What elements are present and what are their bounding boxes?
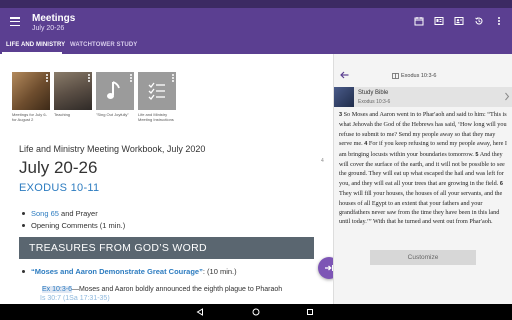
pane-header: Exodus 10:3-6 bbox=[334, 54, 512, 90]
thumbnail-strip: Meetings for July 6-for August 2 Teachin… bbox=[12, 72, 176, 122]
back-arrow-icon[interactable] bbox=[340, 71, 349, 79]
history-icon[interactable] bbox=[474, 16, 484, 26]
verse-number: 5 bbox=[475, 151, 479, 158]
verse-number: 6 bbox=[499, 180, 503, 187]
thumbnail-caption: "Sing Out Joyfully" bbox=[96, 112, 129, 117]
part-title-link[interactable]: “Moses and Aaron Demonstrate Great Coura… bbox=[31, 267, 203, 276]
verse-number: 4 bbox=[364, 141, 368, 148]
tab-bar: LIFE AND MINISTRY WATCHTOWER STUDY bbox=[0, 38, 512, 54]
study-bible-cover bbox=[334, 87, 354, 107]
checklist-icon bbox=[138, 72, 176, 110]
verse-number: 3 bbox=[339, 112, 343, 118]
bible-book-heading[interactable]: EXODUS 10-11 bbox=[19, 182, 99, 194]
date-heading: July 20-26 bbox=[19, 158, 98, 177]
music-note-icon bbox=[96, 72, 134, 110]
opening-comments: Opening Comments (1 min.) bbox=[31, 221, 126, 230]
more-icon[interactable] bbox=[88, 74, 90, 82]
list-item: Opening Comments (1 min.) bbox=[22, 221, 125, 230]
pane-reference: Exodus 10:3-6 bbox=[401, 73, 437, 79]
article-content[interactable]: Meetings for July 6-for August 2 Teachin… bbox=[0, 54, 333, 304]
thumbnail-caption: Meetings for July 6-for August 2 bbox=[12, 112, 47, 122]
recents-square-icon[interactable] bbox=[306, 308, 314, 316]
part-duration: : (10 min.) bbox=[202, 267, 237, 276]
thumbnail-item[interactable]: Teaching bbox=[54, 72, 92, 122]
contact-icon[interactable] bbox=[454, 16, 464, 26]
thumbnail-item[interactable]: Meetings for July 6-for August 2 bbox=[12, 72, 50, 122]
scripture-ref-link[interactable]: Ex 10:3-6 bbox=[42, 286, 72, 293]
thumbnail-image bbox=[12, 72, 50, 110]
more-icon[interactable] bbox=[494, 16, 504, 26]
paragraph-marker: 4 bbox=[321, 158, 324, 164]
bible-icon bbox=[392, 73, 399, 79]
status-bar bbox=[0, 0, 512, 8]
system-nav-bar bbox=[0, 304, 512, 320]
cut-off-line[interactable]: Is 30:7 (1Sa 17:31-35) bbox=[40, 295, 110, 302]
source-selector[interactable]: Study Bible Exodus 10:3-6 bbox=[334, 87, 512, 107]
verse-text: 3 So Moses and Aaron went in to Pharʹaoh… bbox=[339, 110, 509, 227]
list-item: Song 65 and Prayer bbox=[22, 209, 98, 218]
scripture-summary: —Moses and Aaron boldly announced the ei… bbox=[71, 286, 283, 293]
home-circle-icon[interactable] bbox=[252, 308, 260, 316]
tablet-icon[interactable] bbox=[434, 16, 444, 26]
thumbnail-caption: Life and Ministry Meeting Instructions bbox=[138, 112, 174, 122]
section-banner: TREASURES FROM GOD’S WORD bbox=[19, 237, 314, 259]
song-rest: and Prayer bbox=[58, 209, 98, 218]
page-title: Meetings bbox=[32, 13, 76, 24]
thumbnail-image bbox=[54, 72, 92, 110]
song-link[interactable]: Song 65 bbox=[31, 209, 59, 218]
more-icon[interactable] bbox=[46, 74, 48, 82]
thumbnail-item[interactable]: Life and Ministry Meeting Instructions bbox=[138, 72, 176, 122]
tab-life-and-ministry[interactable]: LIFE AND MINISTRY bbox=[6, 42, 65, 48]
verse-body: They will fill your houses, the houses o… bbox=[339, 190, 503, 226]
workbook-title: Life and Ministry Meeting Workbook, July… bbox=[19, 144, 206, 154]
tab-watchtower-study[interactable]: WATCHTOWER STUDY bbox=[70, 42, 137, 48]
thumbnail-caption: Teaching bbox=[54, 112, 71, 117]
source-name: Study Bible bbox=[358, 90, 389, 96]
customize-button[interactable]: Customize bbox=[370, 250, 476, 265]
page-subtitle: July 20-26 bbox=[32, 25, 65, 32]
list-item: “Moses and Aaron Demonstrate Great Coura… bbox=[22, 267, 237, 276]
app-bar: Meetings July 20-26 bbox=[0, 8, 512, 38]
more-icon[interactable] bbox=[130, 74, 132, 82]
study-pane: Exodus 10:3-6 Study Bible Exodus 10:3-6 … bbox=[333, 54, 512, 304]
menu-icon[interactable] bbox=[10, 17, 20, 27]
source-reference: Exodus 10:3-6 bbox=[358, 99, 391, 105]
scripture-line: Ex 10:3-6—Moses and Aaron boldly announc… bbox=[42, 286, 282, 293]
chevron-right-icon bbox=[505, 92, 510, 101]
calendar-icon[interactable] bbox=[414, 16, 424, 26]
back-triangle-icon[interactable] bbox=[196, 308, 204, 316]
more-icon[interactable] bbox=[172, 74, 174, 82]
thumbnail-item[interactable]: "Sing Out Joyfully" bbox=[96, 72, 134, 122]
